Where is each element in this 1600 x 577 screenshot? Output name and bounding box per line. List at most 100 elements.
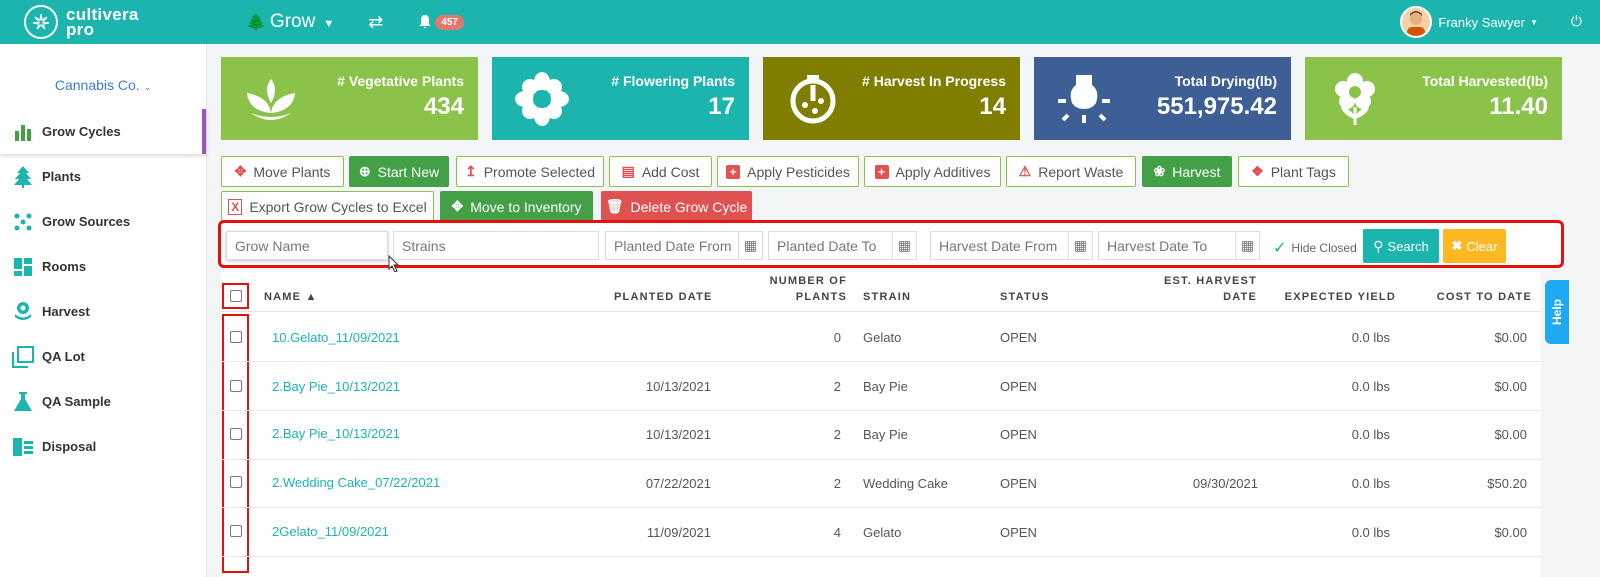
status: OPEN (1000, 427, 1037, 442)
stat-card-vegetative: # Vegetative Plants 434 (221, 57, 478, 140)
search-icon: ⚲ (1373, 237, 1384, 254)
apply-additives-button[interactable]: + Apply Additives (864, 156, 1001, 187)
move-to-inventory-button[interactable]: ✥ Move to Inventory (440, 191, 593, 222)
search-button[interactable]: ⚲ Search (1363, 229, 1439, 263)
column-header-est-harvest-date[interactable]: EST. HARVEST DATE (1164, 273, 1257, 305)
column-header-cost-to-date[interactable]: COST TO DATE (1437, 289, 1532, 305)
harvest-date-to-input[interactable]: Harvest Date To ▦ (1098, 231, 1260, 260)
column-header-strain[interactable]: STRAIN (863, 289, 911, 305)
module-selector[interactable]: 🌲 Grow ▼ (246, 11, 334, 33)
table-row[interactable]: 10.Gelato_11/09/2021 0 Gelato OPEN 0.0 l… (221, 313, 1541, 362)
cannabis-leaf-icon (24, 5, 58, 39)
calendar-icon[interactable]: ▦ (1068, 232, 1092, 259)
sidebar-item-plants[interactable]: Plants (0, 154, 206, 199)
top-bar: cultivera pro 🌲 Grow ▼ ⇄ 457 Franky Sawy… (0, 0, 1600, 44)
harvest-date-from-input[interactable]: Harvest Date From ▦ (930, 231, 1093, 260)
add-cost-button[interactable]: ▤ Add Cost (609, 156, 712, 187)
plant-tags-button[interactable]: ❖ Plant Tags (1238, 156, 1349, 187)
move-arrows-icon: ✥ (234, 163, 247, 179)
bell-icon (419, 15, 431, 29)
export-excel-button[interactable]: X Export Grow Cycles to Excel (221, 191, 434, 222)
sidebar-item-grow-sources[interactable]: Grow Sources (0, 199, 206, 244)
clear-button[interactable]: ✖ Clear (1443, 229, 1506, 263)
report-waste-button[interactable]: ⚠ Report Waste (1006, 156, 1136, 187)
expected-yield: 0.0 lbs (1351, 525, 1390, 540)
grow-cycle-name-link[interactable]: 10.Gelato_11/09/2021 (272, 330, 400, 345)
help-tab[interactable]: Help (1545, 280, 1569, 344)
promote-selected-button[interactable]: ↥ Promote Selected (456, 156, 604, 187)
planted-date-from-input[interactable]: Planted Date From ▦ (605, 231, 763, 260)
strain: Wedding Cake (863, 476, 949, 491)
stat-card-flowering: # Flowering Plants 17 (492, 57, 749, 140)
brand-logo[interactable]: cultivera pro (24, 5, 214, 39)
sidebar-item-harvest[interactable]: Harvest (0, 289, 206, 334)
cost-to-date: $0.00 (1494, 427, 1527, 442)
stat-value: 14 (979, 93, 1006, 120)
row-checkbox[interactable] (230, 476, 242, 488)
est-harvest-date: 09/30/2021 (1192, 476, 1258, 491)
sidebar-item-qa-sample[interactable]: QA Sample (0, 379, 206, 424)
planted-date-to-input[interactable]: Planted Date To ▦ (768, 231, 917, 260)
calendar-icon[interactable]: ▦ (892, 232, 916, 259)
power-icon[interactable]: ⏻ (1571, 13, 1582, 30)
planted-date: 10/13/2021 (645, 427, 711, 442)
tags-icon: ❖ (1251, 163, 1264, 179)
move-plants-button[interactable]: ✥ Move Plants (221, 156, 344, 187)
table-header: NAME ▲ PLANTED DATE NUMBER OF PLANTS STR… (221, 272, 1541, 312)
row-checkbox[interactable] (230, 331, 242, 343)
table-row[interactable]: 2.Bay Pie_10/13/2021 10/13/2021 2 Bay Pi… (221, 411, 1541, 460)
start-new-button[interactable]: ⊕ Start New (349, 156, 449, 187)
sidebar-item-qa-lot[interactable]: QA Lot (0, 334, 206, 379)
table-row[interactable]: 2.Wedding Cake_07/22/2021 07/22/2021 2 W… (221, 459, 1541, 508)
leaf-icon: ❀ (1153, 163, 1166, 179)
table-row[interactable]: 2Gelato_11/09/2021 11/09/2021 4 Gelato O… (221, 508, 1541, 557)
excel-file-icon: X (228, 198, 243, 215)
notifications-button[interactable]: 457 (417, 14, 464, 30)
sidebar: Cannabis Co. ⌄ Grow Cycles Plants Grow S… (0, 44, 207, 577)
lightbulb-icon (1058, 75, 1110, 123)
arrow-up-icon: ↥ (464, 163, 477, 179)
stat-label: # Flowering Plants (611, 73, 735, 89)
row-checkbox[interactable] (230, 380, 242, 392)
column-header-planted-date[interactable]: PLANTED DATE (614, 289, 713, 305)
sidebar-item-disposal[interactable]: Disposal (0, 424, 206, 469)
column-header-status[interactable]: STATUS (1000, 289, 1050, 305)
cost-to-date: $0.00 (1494, 379, 1527, 394)
expected-yield: 0.0 lbs (1351, 476, 1390, 491)
column-header-number-of-plants[interactable]: NUMBER OF PLANTS (770, 273, 847, 305)
caret-down-icon: ▼ (323, 18, 335, 30)
user-menu[interactable]: Franky Sawyer ▼ (1400, 6, 1538, 38)
trash-icon: 🗑 (605, 198, 624, 214)
number-of-plants: 2 (833, 427, 841, 442)
column-header-name[interactable]: NAME ▲ (264, 289, 318, 305)
table-row[interactable]: 2.Bay Pie_10/13/2021 10/13/2021 2 Bay Pi… (221, 362, 1541, 411)
calendar-icon[interactable]: ▦ (1235, 232, 1259, 259)
grow-cycle-name-link[interactable]: 2.Wedding Cake_07/22/2021 (272, 475, 440, 490)
row-checkbox[interactable] (230, 428, 242, 440)
select-all-checkbox[interactable] (230, 290, 242, 302)
calendar-icon[interactable]: ▦ (738, 232, 762, 259)
grid-icon (12, 256, 34, 278)
delete-grow-cycle-button[interactable]: 🗑 Delete Grow Cycle (601, 191, 752, 222)
sidebar-item-rooms[interactable]: Rooms (0, 244, 206, 289)
column-header-expected-yield[interactable]: EXPECTED YIELD (1285, 289, 1396, 305)
harvest-button[interactable]: ❀ Harvest (1142, 156, 1232, 187)
hide-closed-checkbox[interactable]: ✓ Hide Closed (1273, 238, 1357, 258)
grow-cycle-name-link[interactable]: 2.Bay Pie_10/13/2021 (272, 426, 400, 441)
switch-arrows-icon[interactable]: ⇄ (368, 12, 383, 33)
number-of-plants: 0 (833, 330, 841, 345)
strains-input[interactable]: Strains (393, 231, 599, 260)
stat-label: Total Drying(lb) (1174, 73, 1277, 89)
planted-date: 10/13/2021 (645, 379, 711, 394)
row-checkbox[interactable] (230, 525, 242, 537)
company-selector[interactable]: Cannabis Co. ⌄ (0, 77, 206, 93)
grow-cycle-name-link[interactable]: 2Gelato_11/09/2021 (272, 524, 389, 539)
apply-pesticides-button[interactable]: + Apply Pesticides (717, 156, 859, 187)
flask-icon (12, 391, 34, 413)
tree-icon: 🌲 (246, 14, 266, 31)
grow-cycle-name-link[interactable]: 2.Bay Pie_10/13/2021 (272, 379, 400, 394)
grow-name-input[interactable]: Grow Name (226, 231, 388, 260)
plus-square-icon: + (874, 164, 889, 179)
stat-value: 551,975.42 (1156, 93, 1277, 120)
sidebar-item-grow-cycles[interactable]: Grow Cycles (0, 109, 206, 154)
